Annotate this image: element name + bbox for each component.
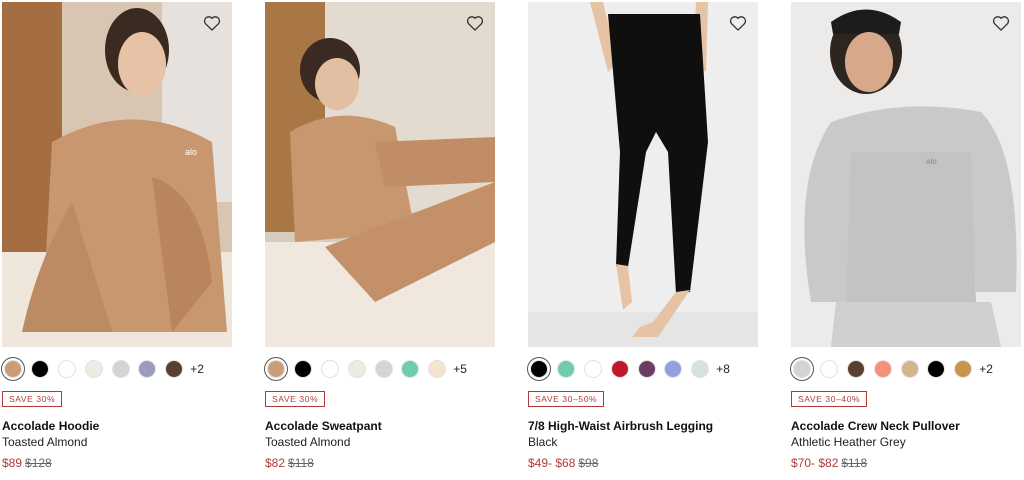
product-image[interactable]: [265, 2, 495, 347]
product-price: $82 $118: [265, 456, 314, 470]
more-colors-link[interactable]: +2: [190, 362, 204, 376]
original-price: $118: [288, 456, 314, 470]
original-price: $98: [578, 456, 599, 470]
color-swatch[interactable]: [954, 360, 973, 378]
color-swatch[interactable]: [556, 360, 575, 378]
sale-badge: SAVE 30–40%: [791, 391, 868, 407]
color-swatch[interactable]: [138, 360, 157, 378]
color-swatches: +2: [793, 357, 993, 381]
pullover-photo: alo: [791, 2, 1021, 347]
product-price: $49- $68 $98: [528, 456, 598, 470]
color-swatch[interactable]: [428, 360, 447, 378]
product-color: Toasted Almond: [265, 435, 351, 449]
color-swatch[interactable]: [57, 360, 76, 378]
logo-mark: alo: [926, 157, 937, 166]
color-swatches: +2: [4, 357, 204, 381]
wishlist-heart-icon[interactable]: [202, 13, 222, 33]
product-card[interactable]: +5 SAVE 30% Accolade Sweatpant Toasted A…: [265, 0, 497, 480]
product-price: $70- $82 $118: [791, 456, 867, 470]
product-color: Toasted Almond: [2, 435, 88, 449]
color-swatch[interactable]: [530, 360, 548, 378]
color-swatch[interactable]: [583, 360, 602, 378]
color-swatch[interactable]: [30, 360, 49, 378]
sale-badge: SAVE 30%: [2, 391, 63, 407]
original-price: $118: [841, 456, 868, 470]
color-swatch[interactable]: [637, 360, 656, 378]
color-swatch[interactable]: [84, 360, 103, 378]
sale-badge: SAVE 30%: [265, 391, 326, 407]
color-swatch[interactable]: [111, 360, 130, 378]
color-swatch[interactable]: [4, 360, 22, 378]
color-swatch[interactable]: [691, 360, 710, 378]
color-swatch[interactable]: [374, 360, 393, 378]
color-swatch[interactable]: [873, 360, 892, 378]
color-swatches: +5: [267, 357, 467, 381]
sale-price: $82: [265, 456, 286, 470]
product-name[interactable]: Accolade Crew Neck Pullover: [791, 419, 960, 433]
color-swatch[interactable]: [900, 360, 919, 378]
color-swatch[interactable]: [819, 360, 838, 378]
sale-price: $70- $82: [791, 456, 839, 470]
more-colors-link[interactable]: +8: [716, 362, 730, 376]
more-colors-link[interactable]: +5: [453, 362, 467, 376]
product-image[interactable]: alo: [2, 2, 232, 347]
color-swatch[interactable]: [320, 360, 339, 378]
product-color: Athletic Heather Grey: [791, 435, 906, 449]
color-swatch[interactable]: [793, 360, 811, 378]
color-swatch[interactable]: [401, 360, 420, 378]
color-swatch[interactable]: [664, 360, 683, 378]
color-swatch[interactable]: [610, 360, 629, 378]
color-swatch[interactable]: [846, 360, 865, 378]
original-price: $128: [25, 456, 52, 470]
logo-mark: alo: [185, 147, 197, 157]
product-card[interactable]: alo +2 SAVE 30–40% Accolade Crew Neck Pu…: [791, 0, 1023, 480]
wishlist-heart-icon[interactable]: [991, 13, 1011, 33]
sale-price: $49- $68: [528, 456, 576, 470]
color-swatches: +8: [530, 357, 730, 381]
product-price: $89 $128: [2, 456, 52, 470]
product-image[interactable]: alo: [791, 2, 1021, 347]
wishlist-heart-icon[interactable]: [728, 13, 748, 33]
product-name[interactable]: 7/8 High-Waist Airbrush Legging: [528, 419, 713, 433]
product-image[interactable]: [528, 2, 758, 347]
more-colors-link[interactable]: +2: [979, 362, 993, 376]
color-swatch[interactable]: [347, 360, 366, 378]
color-swatch[interactable]: [927, 360, 946, 378]
product-card[interactable]: +8 SAVE 30–50% 7/8 High-Waist Airbrush L…: [528, 0, 760, 480]
color-swatch[interactable]: [267, 360, 285, 378]
legging-photo: [528, 2, 758, 347]
product-color: Black: [528, 435, 558, 449]
color-swatch[interactable]: [293, 360, 312, 378]
product-name[interactable]: Accolade Sweatpant: [265, 419, 382, 433]
sale-badge: SAVE 30–50%: [528, 391, 605, 407]
sweatpant-photo: [265, 2, 495, 347]
wishlist-heart-icon[interactable]: [465, 13, 485, 33]
product-name[interactable]: Accolade Hoodie: [2, 419, 99, 433]
product-card[interactable]: alo +2 SAVE 30% Accolade Hoodie Toasted …: [2, 0, 234, 480]
color-swatch[interactable]: [165, 360, 184, 378]
sale-price: $89: [2, 456, 23, 470]
hoodie-photo: alo: [2, 2, 232, 347]
